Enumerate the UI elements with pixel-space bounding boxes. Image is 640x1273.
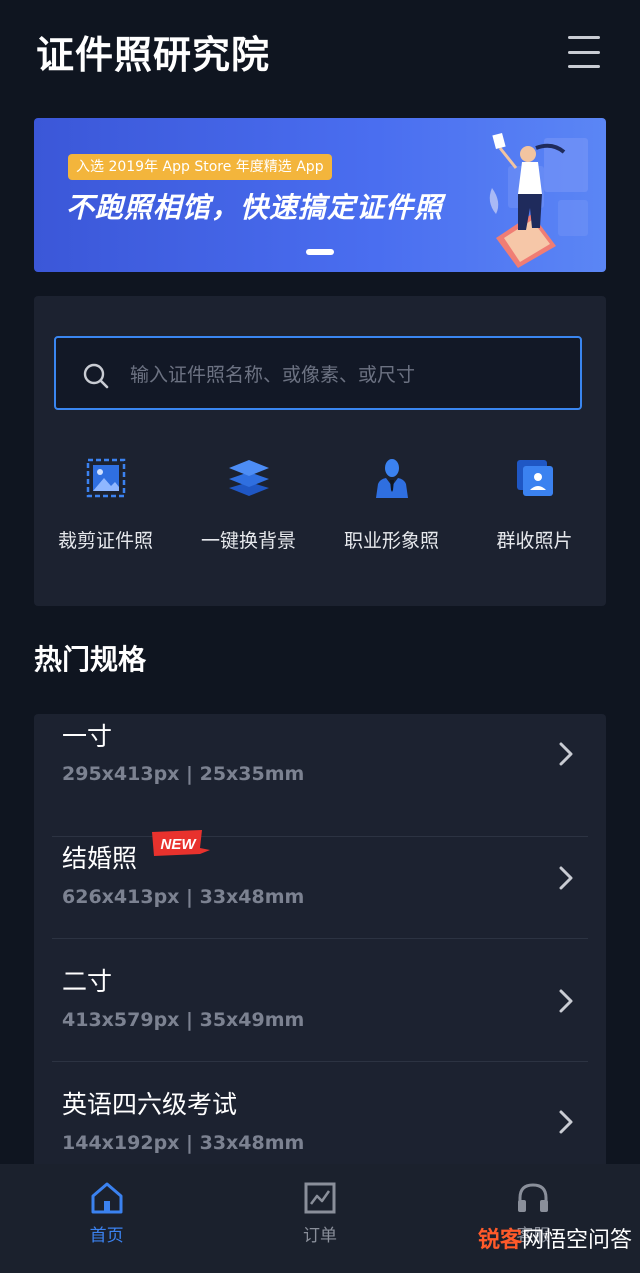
app-title: 证件照研究院 (36, 33, 271, 77)
chevron-right-icon (559, 1110, 573, 1134)
spec-name: 结婚照 (62, 844, 138, 873)
hamburger-menu-icon[interactable] (568, 36, 600, 68)
spec-name: 英语四六级考试 (62, 1090, 238, 1119)
chevron-right-icon (559, 866, 573, 890)
watermark: 锐客网悟空问答 (478, 1226, 632, 1256)
order-chart-icon (304, 1182, 336, 1214)
spec-item[interactable]: 英语四六级考试 144x192px | 33x48mm (52, 1062, 588, 1174)
carousel-indicator[interactable] (306, 249, 334, 255)
bottom-tab-bar: 首页 订单 客服 (0, 1164, 640, 1273)
search-input[interactable] (128, 354, 562, 396)
spec-size: 144x192px | 33x48mm (62, 1132, 305, 1154)
tool-label: 职业形象照 (343, 530, 439, 552)
banner-headline: 不跑照相馆，快速搞定证件照 (66, 191, 444, 224)
watermark-part-2: 网 (521, 1228, 544, 1253)
search-box[interactable] (54, 336, 582, 410)
award-badge: 入选 2019年 App Store 年度精选 App (68, 154, 332, 180)
headset-icon (518, 1183, 549, 1212)
spec-name: 二寸 (62, 967, 113, 996)
tool-change-background[interactable]: 一键换背景 (177, 452, 320, 562)
watermark-part-3: 悟空问答 (543, 1228, 632, 1253)
app-header: 证件照研究院 (0, 0, 640, 110)
layers-icon (228, 460, 269, 496)
tool-collect-photos[interactable]: 群收照片 (463, 452, 606, 562)
spec-list: 一寸 295x413px | 25x35mm 结婚照 NEW 626x413px… (34, 714, 606, 1174)
tab-label: 首页 (89, 1226, 124, 1246)
tab-label: 订单 (302, 1226, 337, 1246)
spec-item[interactable]: 结婚照 NEW 626x413px | 33x48mm (52, 816, 588, 939)
tool-label: 裁剪证件照 (57, 530, 153, 552)
spec-item[interactable]: 二寸 413x579px | 35x49mm (52, 939, 588, 1062)
spec-name: 一寸 (62, 722, 113, 751)
business-person-icon (375, 459, 408, 498)
crop-photo-icon (86, 458, 125, 498)
home-icon (91, 1182, 123, 1214)
tool-crop-photo[interactable]: 裁剪证件照 (34, 452, 177, 562)
chevron-right-icon (559, 742, 573, 766)
new-badge-text: NEW (161, 836, 198, 853)
spec-size: 295x413px | 25x35mm (62, 763, 305, 785)
banner-illustration (489, 132, 588, 268)
search-icon (83, 363, 109, 389)
new-badge: NEW (152, 830, 210, 856)
tool-label: 一键换背景 (200, 530, 296, 552)
spec-size: 626x413px | 33x48mm (62, 886, 305, 908)
watermark-part-1: 锐客 (477, 1228, 522, 1253)
photo-stack-icon (516, 460, 553, 496)
tab-orders[interactable]: 订单 (213, 1164, 426, 1273)
section-title: 热门规格 (34, 643, 147, 676)
tool-grid: 裁剪证件照 一键换背景 职业形象照 群收照片 (34, 452, 606, 562)
tools-card: 裁剪证件照 一键换背景 职业形象照 群收 (34, 296, 606, 606)
tab-home[interactable]: 首页 (0, 1164, 213, 1273)
promo-banner[interactable]: 入选 2019年 App Store 年度精选 App 不跑照相馆，快速搞定证件… (34, 118, 606, 272)
chevron-right-icon (559, 989, 573, 1013)
tab-customer-service[interactable]: 客服 (427, 1164, 640, 1273)
tool-label: 群收照片 (496, 530, 573, 552)
tool-professional-photo[interactable]: 职业形象照 (320, 452, 463, 562)
spec-size: 413x579px | 35x49mm (62, 1009, 305, 1031)
